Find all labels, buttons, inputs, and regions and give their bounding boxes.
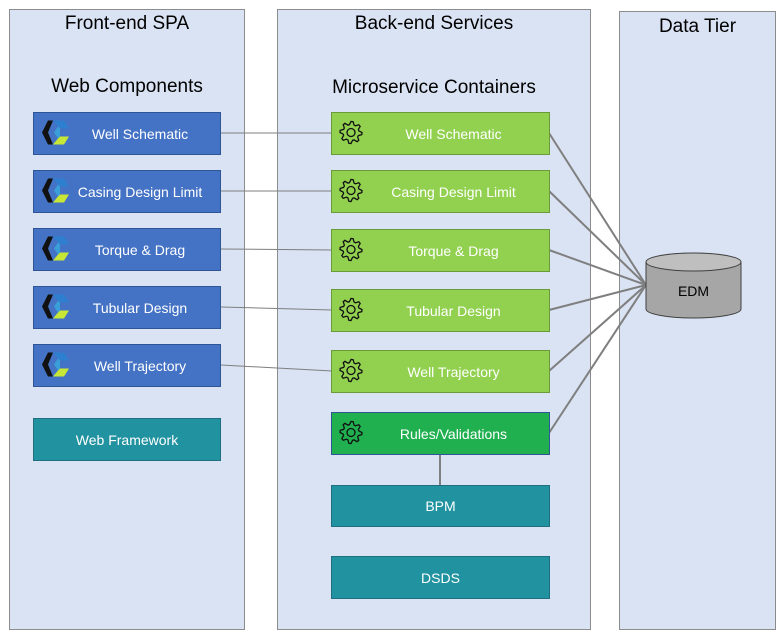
- datatier-title: Data Tier: [658, 16, 737, 37]
- connector: [220, 364, 333, 372]
- microservice-box[interactable]: Rules/Validations: [331, 412, 550, 455]
- web-framework-label: Web Framework: [75, 431, 179, 448]
- web-component-label: Tubular Design: [92, 299, 188, 316]
- web-component-icon: [40, 118, 70, 149]
- microservice-box[interactable]: Well Trajectory: [331, 350, 550, 393]
- microservice-label: Well Trajectory: [407, 363, 500, 380]
- database-label: EDM: [677, 283, 710, 299]
- microservice-label: Torque & Drag: [408, 242, 499, 259]
- web-component-box[interactable]: Well Schematic: [33, 112, 221, 155]
- web-component-label: Well Trajectory: [93, 357, 187, 374]
- dsds-box[interactable]: DSDS: [331, 556, 550, 599]
- web-component-icon: [40, 292, 70, 323]
- web-component-box[interactable]: Casing Design Limit: [33, 170, 221, 213]
- backend-title: Back-end Services: [354, 13, 514, 34]
- web-component-icon: [40, 176, 70, 207]
- microservice-box[interactable]: Casing Design Limit: [331, 170, 550, 213]
- microservice-box[interactable]: Torque & Drag: [331, 229, 550, 272]
- connector: [548, 249, 647, 286]
- dsds-label: DSDS: [421, 569, 460, 586]
- web-component-label: Well Schematic: [91, 125, 189, 142]
- web-component-box[interactable]: Tubular Design: [33, 286, 221, 329]
- frontend-subtitle: Web Components: [51, 76, 203, 97]
- gear-icon: [338, 357, 364, 386]
- web-component-label: Casing Design Limit: [77, 183, 203, 200]
- microservice-label: Well Schematic: [405, 125, 502, 142]
- frontend-title: Front-end SPA: [64, 13, 190, 34]
- backend-subtitle: Microservice Containers: [332, 77, 536, 98]
- web-component-box[interactable]: Torque & Drag: [33, 228, 221, 271]
- web-component-icon: [40, 234, 70, 265]
- gear-icon: [338, 296, 364, 325]
- web-component-box[interactable]: Well Trajectory: [33, 344, 221, 387]
- microservice-label: Rules/Validations: [399, 425, 508, 442]
- connector: [220, 248, 333, 251]
- microservice-label: Tubular Design: [406, 302, 501, 319]
- gear-icon: [338, 236, 364, 265]
- bpm-box[interactable]: BPM: [331, 485, 550, 527]
- web-component-icon: [40, 350, 70, 381]
- bpm-label: BPM: [425, 498, 456, 514]
- gear-icon: [338, 419, 364, 448]
- web-component-label: Torque & Drag: [94, 241, 186, 258]
- connector: [220, 306, 333, 311]
- microservice-label: Casing Design Limit: [391, 183, 516, 200]
- connector: [548, 190, 647, 286]
- gear-icon: [338, 177, 364, 206]
- microservice-box[interactable]: Well Schematic: [331, 112, 550, 155]
- web-framework-box[interactable]: Web Framework: [33, 418, 221, 461]
- microservice-box[interactable]: Tubular Design: [331, 289, 550, 332]
- gear-icon: [338, 119, 364, 148]
- connector: [548, 132, 647, 286]
